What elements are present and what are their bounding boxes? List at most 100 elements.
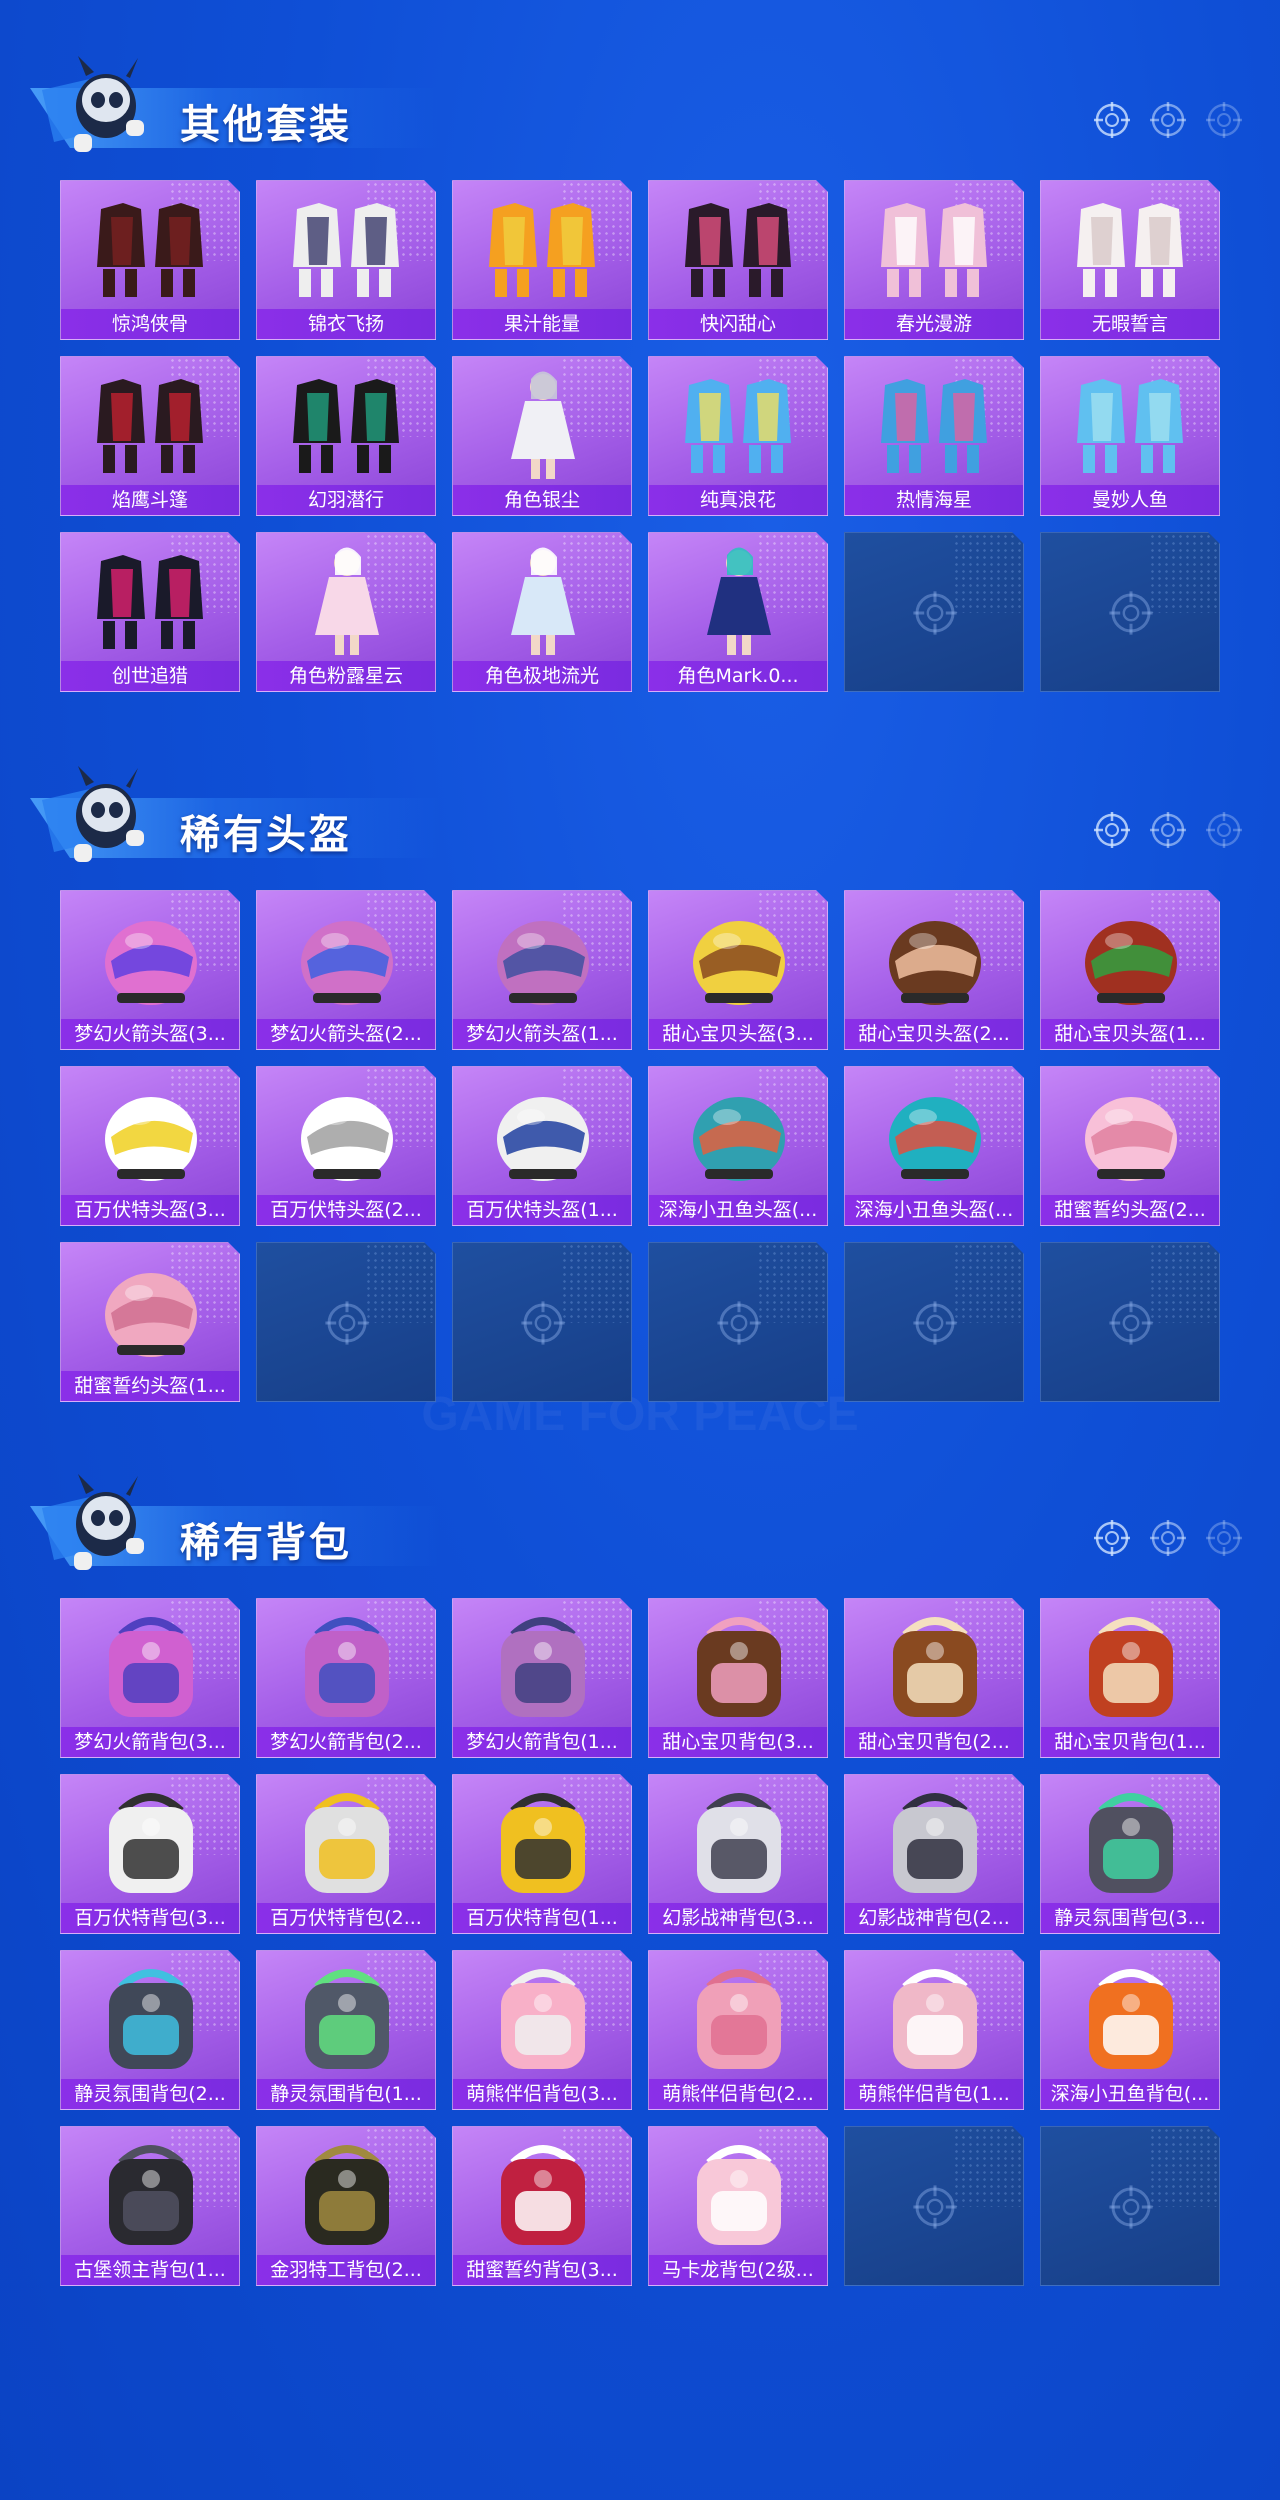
item-card[interactable]: 萌熊伴侣背包(1... xyxy=(844,1950,1024,2110)
item-image xyxy=(453,187,633,307)
item-label: 甜心宝贝头盔(2... xyxy=(845,1019,1023,1049)
item-card[interactable]: 金羽特工背包(2... xyxy=(256,2126,436,2286)
item-image xyxy=(453,363,633,483)
item-card[interactable]: 无暇誓言 xyxy=(1040,180,1220,340)
item-card[interactable]: 果汁能量 xyxy=(452,180,632,340)
item-label: 马卡龙背包(2级... xyxy=(649,2255,827,2285)
item-card[interactable]: 百万伏特头盔(2... xyxy=(256,1066,436,1226)
empty-slot xyxy=(844,532,1024,692)
item-image xyxy=(257,2133,437,2253)
crosshair-icon xyxy=(323,1299,371,1347)
item-label: 萌熊伴侣背包(1... xyxy=(845,2079,1023,2109)
item-card[interactable]: 梦幻火箭头盔(1... xyxy=(452,890,632,1050)
card-pattern xyxy=(365,1243,435,1323)
item-image xyxy=(61,1605,241,1725)
item-card[interactable]: 百万伏特头盔(1... xyxy=(452,1066,632,1226)
mascot-icon xyxy=(42,766,144,862)
empty-slot xyxy=(1040,1242,1220,1402)
item-card[interactable]: 静灵氛围背包(3... xyxy=(1040,1774,1220,1934)
item-label: 角色银尘 xyxy=(453,485,631,515)
item-card[interactable]: 焰鹰斗篷 xyxy=(60,356,240,516)
item-card[interactable]: 百万伏特背包(2... xyxy=(256,1774,436,1934)
item-label: 深海小丑鱼头盔(... xyxy=(649,1195,827,1225)
item-label: 角色Mark.0... xyxy=(649,661,827,691)
item-card[interactable]: 深海小丑鱼背包(... xyxy=(1040,1950,1220,2110)
item-label: 静灵氛围背包(1... xyxy=(257,2079,435,2109)
item-image xyxy=(257,1781,437,1901)
item-card[interactable]: 幻羽潜行 xyxy=(256,356,436,516)
item-label: 萌熊伴侣背包(2... xyxy=(649,2079,827,2109)
item-label: 百万伏特头盔(1... xyxy=(453,1195,631,1225)
item-card[interactable]: 甜蜜誓约头盔(2... xyxy=(1040,1066,1220,1226)
item-image xyxy=(61,2133,241,2253)
crosshair-icon xyxy=(1107,1299,1155,1347)
item-label: 静灵氛围背包(3... xyxy=(1041,1903,1219,1933)
item-card[interactable]: 角色Mark.0... xyxy=(648,532,828,692)
item-card[interactable]: 甜心宝贝头盔(2... xyxy=(844,890,1024,1050)
item-label: 甜蜜誓约头盔(1... xyxy=(61,1371,239,1401)
item-image xyxy=(649,1073,829,1193)
item-card[interactable]: 古堡领主背包(1... xyxy=(60,2126,240,2286)
item-label: 焰鹰斗篷 xyxy=(61,485,239,515)
item-card[interactable]: 梦幻火箭头盔(2... xyxy=(256,890,436,1050)
item-card[interactable]: 百万伏特背包(3... xyxy=(60,1774,240,1934)
item-card[interactable]: 梦幻火箭背包(2... xyxy=(256,1598,436,1758)
item-card[interactable]: 萌熊伴侣背包(2... xyxy=(648,1950,828,2110)
crosshair-icon xyxy=(911,2183,959,2231)
item-card[interactable]: 热情海星 xyxy=(844,356,1024,516)
item-image xyxy=(649,1957,829,2077)
item-image xyxy=(649,363,829,483)
item-card[interactable]: 角色银尘 xyxy=(452,356,632,516)
item-label: 锦衣飞扬 xyxy=(257,309,435,339)
item-card[interactable]: 曼妙人鱼 xyxy=(1040,356,1220,516)
empty-slot xyxy=(844,1242,1024,1402)
crosshair-group xyxy=(1092,100,1244,140)
item-card[interactable]: 锦衣飞扬 xyxy=(256,180,436,340)
item-card[interactable]: 静灵氛围背包(2... xyxy=(60,1950,240,2110)
item-image xyxy=(649,1781,829,1901)
item-image xyxy=(61,897,241,1017)
item-image xyxy=(845,187,1025,307)
item-card[interactable]: 快闪甜心 xyxy=(648,180,828,340)
item-card[interactable]: 春光漫游 xyxy=(844,180,1024,340)
item-card[interactable]: 幻影战神背包(3... xyxy=(648,1774,828,1934)
item-label: 梦幻火箭背包(2... xyxy=(257,1727,435,1757)
item-label: 幻影战神背包(3... xyxy=(649,1903,827,1933)
item-card[interactable]: 萌熊伴侣背包(3... xyxy=(452,1950,632,2110)
item-card[interactable]: 角色极地流光 xyxy=(452,532,632,692)
item-label: 金羽特工背包(2... xyxy=(257,2255,435,2285)
item-card[interactable]: 创世追猎 xyxy=(60,532,240,692)
item-card[interactable]: 梦幻火箭背包(3... xyxy=(60,1598,240,1758)
crosshair-icon xyxy=(1107,2183,1155,2231)
item-card[interactable]: 梦幻火箭头盔(3... xyxy=(60,890,240,1050)
item-card[interactable]: 幻影战神背包(2... xyxy=(844,1774,1024,1934)
item-image xyxy=(257,1957,437,2077)
item-card[interactable]: 百万伏特背包(1... xyxy=(452,1774,632,1934)
item-label: 纯真浪花 xyxy=(649,485,827,515)
item-card[interactable]: 深海小丑鱼头盔(... xyxy=(648,1066,828,1226)
item-card[interactable]: 甜心宝贝背包(2... xyxy=(844,1598,1024,1758)
empty-slot xyxy=(844,2126,1024,2286)
item-card[interactable]: 静灵氛围背包(1... xyxy=(256,1950,436,2110)
item-image xyxy=(845,363,1025,483)
item-card[interactable]: 纯真浪花 xyxy=(648,356,828,516)
item-card[interactable]: 百万伏特头盔(3... xyxy=(60,1066,240,1226)
item-card[interactable]: 甜蜜誓约头盔(1... xyxy=(60,1242,240,1402)
item-card[interactable]: 角色粉露星云 xyxy=(256,532,436,692)
item-card[interactable]: 甜心宝贝背包(1... xyxy=(1040,1598,1220,1758)
item-card[interactable]: 甜蜜誓约背包(3... xyxy=(452,2126,632,2286)
item-card[interactable]: 惊鸿侠骨 xyxy=(60,180,240,340)
item-image xyxy=(845,1781,1025,1901)
item-label: 惊鸿侠骨 xyxy=(61,309,239,339)
item-card[interactable]: 深海小丑鱼头盔(... xyxy=(844,1066,1024,1226)
empty-slot xyxy=(452,1242,632,1402)
item-card[interactable]: 甜心宝贝头盔(3... xyxy=(648,890,828,1050)
item-card[interactable]: 甜心宝贝背包(3... xyxy=(648,1598,828,1758)
item-card[interactable]: 梦幻火箭背包(1... xyxy=(452,1598,632,1758)
item-card[interactable]: 马卡龙背包(2级... xyxy=(648,2126,828,2286)
item-image xyxy=(453,1605,633,1725)
item-label: 静灵氛围背包(2... xyxy=(61,2079,239,2109)
item-grid: 梦幻火箭头盔(3... 梦幻火箭头盔(2... 梦幻火箭头盔(1... 甜心宝贝… xyxy=(60,890,1220,1402)
item-card[interactable]: 甜心宝贝头盔(1... xyxy=(1040,890,1220,1050)
crosshair-icon xyxy=(1150,1520,1186,1556)
